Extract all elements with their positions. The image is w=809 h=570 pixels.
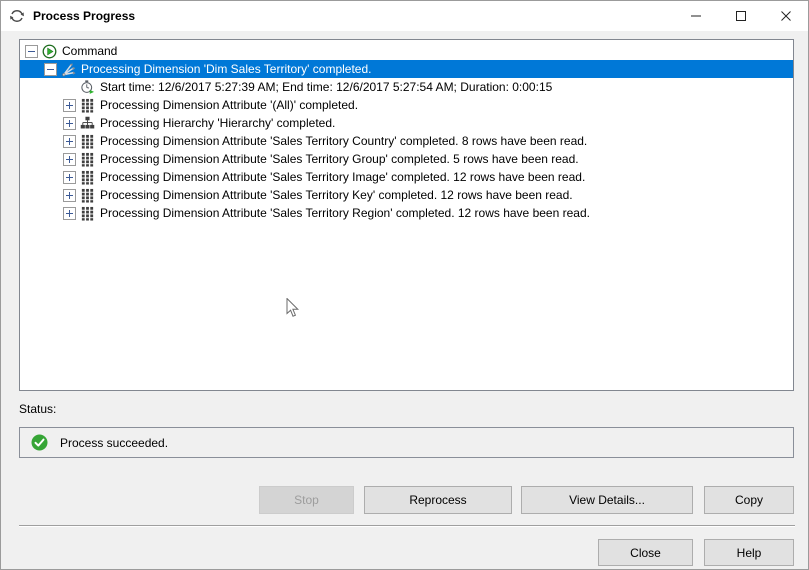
tree-row-label: Processing Dimension Attribute 'Sales Te… <box>98 152 581 166</box>
tree-row-label: Processing Dimension Attribute '(All)' c… <box>98 98 360 112</box>
process-icon <box>9 8 25 24</box>
minimize-icon <box>690 10 702 22</box>
status-box: Process succeeded. <box>19 427 794 458</box>
expand-icon[interactable] <box>63 189 76 202</box>
view-details-button[interactable]: View Details... <box>521 486 693 514</box>
tree-row-label: Processing Dimension Attribute 'Sales Te… <box>98 206 592 220</box>
close-dialog-button[interactable]: Close <box>598 539 693 566</box>
tree-row-label: Start time: 12/6/2017 5:27:39 AM; End ti… <box>98 80 554 94</box>
collapse-icon[interactable] <box>44 63 57 76</box>
status-message: Process succeeded. <box>60 436 168 450</box>
attribute-grid-icon <box>79 169 95 185</box>
status-label: Status: <box>19 402 56 416</box>
window-title: Process Progress <box>33 9 135 23</box>
toggle-spacer <box>63 81 76 94</box>
tree-row-label: Command <box>60 44 119 58</box>
tree-row[interactable]: Command <box>20 42 793 60</box>
button-divider <box>19 525 795 527</box>
reprocess-button[interactable]: Reprocess <box>364 486 512 514</box>
tree-row[interactable]: Start time: 12/6/2017 5:27:39 AM; End ti… <box>20 78 793 96</box>
collapse-icon[interactable] <box>25 45 38 58</box>
process-progress-dialog: Process Progress Command Processing Dimen… <box>0 0 809 570</box>
tree-row[interactable]: Processing Hierarchy 'Hierarchy' complet… <box>20 114 793 132</box>
tree-row-label: Processing Dimension Attribute 'Sales Te… <box>98 188 575 202</box>
attribute-grid-icon <box>79 151 95 167</box>
attribute-grid-icon <box>79 97 95 113</box>
title-bar: Process Progress <box>1 1 808 31</box>
expand-icon[interactable] <box>63 99 76 112</box>
dimension-icon <box>60 61 76 77</box>
expand-icon[interactable] <box>63 135 76 148</box>
minimize-button[interactable] <box>673 1 718 31</box>
tree-row[interactable]: Processing Dimension Attribute 'Sales Te… <box>20 132 793 150</box>
expand-icon[interactable] <box>63 171 76 184</box>
close-icon <box>780 10 792 22</box>
attribute-grid-icon <box>79 187 95 203</box>
tree-row[interactable]: Processing Dimension Attribute '(All)' c… <box>20 96 793 114</box>
close-button[interactable] <box>763 1 808 31</box>
tree-row[interactable]: Processing Dimension Attribute 'Sales Te… <box>20 150 793 168</box>
success-icon <box>31 434 48 451</box>
play-circle-icon <box>41 43 57 59</box>
attribute-grid-icon <box>79 133 95 149</box>
tree-row-label: Processing Dimension Attribute 'Sales Te… <box>98 170 587 184</box>
help-button[interactable]: Help <box>704 539 794 566</box>
tree-row-label: Processing Hierarchy 'Hierarchy' complet… <box>98 116 337 130</box>
copy-button[interactable]: Copy <box>704 486 794 514</box>
stop-button: Stop <box>259 486 354 514</box>
tree-row-label: Processing Dimension Attribute 'Sales Te… <box>98 134 589 148</box>
hierarchy-icon <box>79 115 95 131</box>
progress-tree: Command Processing Dimension 'Dim Sales T… <box>19 39 794 391</box>
tree-row[interactable]: Processing Dimension Attribute 'Sales Te… <box>20 168 793 186</box>
window-controls <box>673 1 808 31</box>
stopwatch-icon <box>79 79 95 95</box>
tree-row-label: Processing Dimension 'Dim Sales Territor… <box>79 62 373 76</box>
tree-row[interactable]: Processing Dimension Attribute 'Sales Te… <box>20 204 793 222</box>
expand-icon[interactable] <box>63 207 76 220</box>
tree-row[interactable]: Processing Dimension Attribute 'Sales Te… <box>20 186 793 204</box>
tree-row[interactable]: Processing Dimension 'Dim Sales Territor… <box>20 60 793 78</box>
dialog-body: Command Processing Dimension 'Dim Sales T… <box>1 31 808 569</box>
maximize-icon <box>735 10 747 22</box>
attribute-grid-icon <box>79 205 95 221</box>
expand-icon[interactable] <box>63 153 76 166</box>
expand-icon[interactable] <box>63 117 76 130</box>
maximize-button[interactable] <box>718 1 763 31</box>
